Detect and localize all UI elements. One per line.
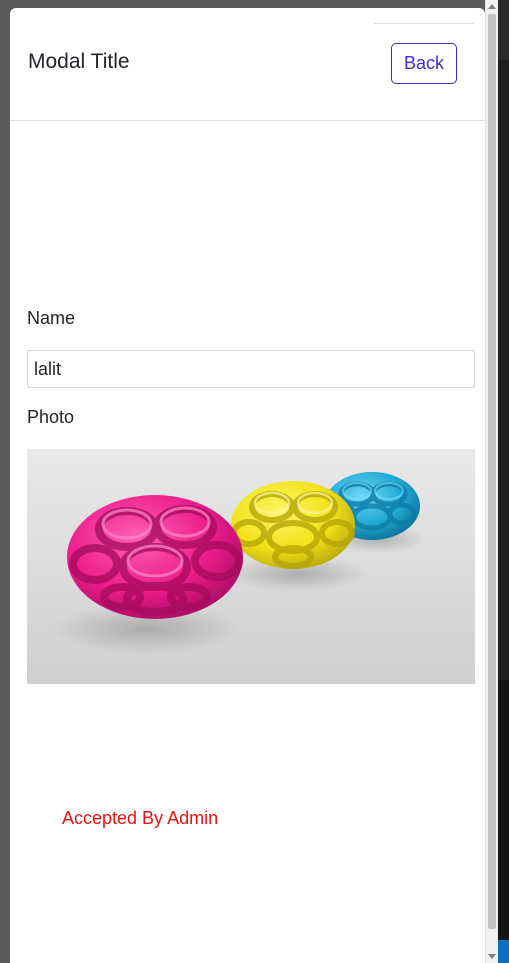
vertical-scrollbar[interactable] [485,0,498,963]
scrollbar-thumb[interactable] [488,14,496,929]
modal-title: Modal Title [28,50,130,73]
back-button[interactable]: Back [391,43,457,84]
name-input[interactable] [27,350,475,388]
photo-image [27,449,475,684]
status-text: Accepted By Admin [62,808,219,828]
name-label: Name [27,308,76,328]
editor-line-gutter [498,60,509,670]
header-divider [374,23,474,24]
modal-header: Modal Title Back [10,8,485,121]
scroll-up-icon[interactable] [488,4,496,9]
modal-dialog: Modal Title Back Name Photo [10,8,485,963]
editor-tab-bar [498,0,509,60]
magenta-knot-ball [67,495,243,619]
yellow-knot-ball [231,481,355,569]
status-bar [498,940,509,963]
terminal-panel [498,680,509,940]
background-editor-strip [498,0,509,963]
scroll-down-icon[interactable] [488,954,496,959]
